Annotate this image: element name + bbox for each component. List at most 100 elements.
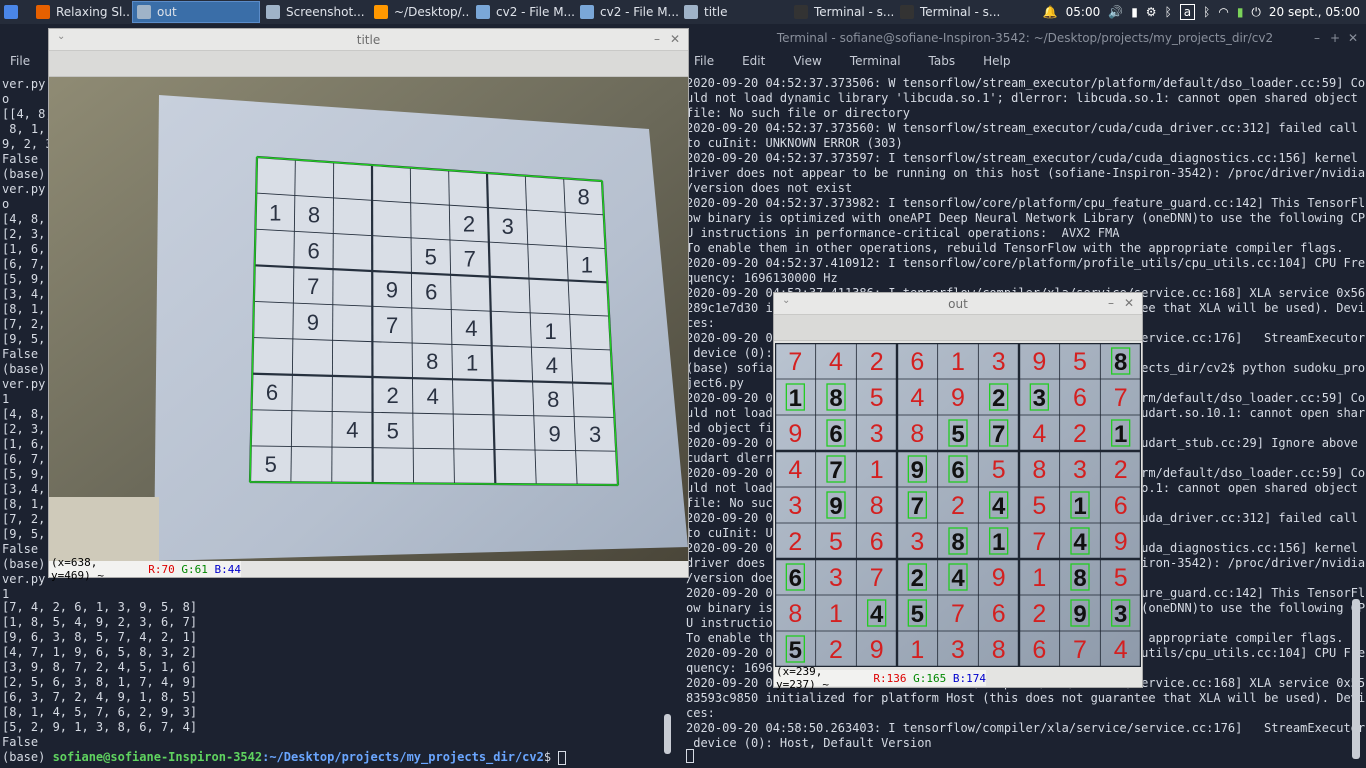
puzzle-digit: 9 <box>386 278 398 303</box>
solved-digit: 6 <box>992 600 1006 628</box>
wifi-icon[interactable]: ◠ <box>1218 5 1228 19</box>
taskbar-task-1[interactable]: Relaxing Sl... <box>32 1 130 23</box>
puzzle-digit: 6 <box>425 279 437 304</box>
given-digit: 3 <box>1114 601 1127 628</box>
menu-tabs[interactable]: Tabs <box>929 54 956 69</box>
puzzle-digit: 3 <box>589 422 601 447</box>
title-window-toolbar <box>49 51 688 77</box>
solved-digit: 9 <box>951 384 965 412</box>
minimize-icon[interactable]: – <box>650 32 664 46</box>
given-digit: 4 <box>951 565 965 592</box>
given-digit: 1 <box>992 529 1005 556</box>
solved-digit: 8 <box>992 636 1006 664</box>
close-icon[interactable]: ✕ <box>1122 296 1136 310</box>
clock-date[interactable]: 20 sept., 05:00 <box>1269 5 1360 19</box>
puzzle-digit: 3 <box>502 214 514 239</box>
notification-bell-icon[interactable]: 🔔 <box>1043 5 1058 19</box>
puzzle-digit: 1 <box>544 319 556 344</box>
minimize-icon[interactable]: – <box>1310 31 1324 45</box>
taskbar-task-label: cv2 - File M... <box>496 5 574 19</box>
battery-icon[interactable]: ▮ <box>1131 5 1138 19</box>
terminal-icon <box>794 5 808 19</box>
keyboard-layout-icon[interactable]: a <box>1179 4 1196 20</box>
out-window[interactable]: ⌄ out – ✕ 742613958185492367963857421471… <box>773 292 1143 691</box>
given-digit: 3 <box>1033 385 1046 412</box>
title-window[interactable]: ⌄ title – ✕ 8 1 8 2 3 6 5 7 1 7 9 6 9 7 4 1 8 1 4 6 2 4 8 4 5 9 3 5… <box>48 28 689 582</box>
given-digit: 1 <box>789 385 802 412</box>
taskbar-task-7[interactable]: title <box>680 1 788 23</box>
solved-digit: 1 <box>870 456 884 484</box>
solved-digit: 6 <box>910 348 924 376</box>
settings-icon[interactable]: ⚙ <box>1146 5 1157 19</box>
sublime-icon <box>374 5 388 19</box>
title-window-titlebar[interactable]: ⌄ title – ✕ <box>49 29 688 51</box>
sudoku-paper <box>250 157 618 485</box>
right-terminal-menubar: File Edit View Terminal Tabs Help <box>694 54 1038 69</box>
clock-time[interactable]: 05:00 <box>1066 5 1101 19</box>
prompt-user: sofiane@sofiane-Inspiron-3542 <box>52 750 263 764</box>
volume-icon[interactable]: 🔊 <box>1108 5 1123 19</box>
prompt-path: :~/Desktop/projects/my_projects_dir/cv2 <box>262 750 544 764</box>
solved-digit: 7 <box>951 600 965 628</box>
bluetooth-icon[interactable]: ᛒ <box>1165 5 1172 19</box>
menu-view[interactable]: View <box>793 54 821 69</box>
solved-digit: 5 <box>829 528 843 556</box>
close-icon[interactable]: ✕ <box>668 32 682 46</box>
given-digit: 9 <box>911 457 924 484</box>
solved-digit: 4 <box>829 348 843 376</box>
window-menu-icon[interactable]: ⌄ <box>782 295 790 306</box>
menu-file[interactable]: File <box>694 54 714 69</box>
puzzle-digit: 8 <box>308 203 320 228</box>
out-window-titlebar[interactable]: ⌄ out – ✕ <box>774 293 1142 315</box>
given-digit: 9 <box>1073 601 1086 628</box>
solved-digit: 3 <box>951 636 965 664</box>
close-icon[interactable]: ✕ <box>1346 31 1360 45</box>
bluetooth-icon-2[interactable]: ᛒ <box>1203 5 1210 19</box>
given-digit: 8 <box>1114 349 1127 376</box>
solved-digit: 7 <box>788 348 802 376</box>
puzzle-digit: 4 <box>346 418 358 443</box>
window-menu-icon[interactable]: ⌄ <box>57 31 65 42</box>
power-icon[interactable]: ⏻ <box>1251 5 1261 20</box>
taskbar-task-label: cv2 - File M... <box>600 5 678 19</box>
battery-status-icon[interactable]: ▮ <box>1237 5 1244 19</box>
puzzle-digit: 2 <box>386 383 398 408</box>
maximize-icon[interactable]: + <box>1328 31 1342 45</box>
menu-file[interactable]: File <box>10 54 30 69</box>
pixel-green: G:61 <box>181 562 208 576</box>
solved-digit: 4 <box>1032 420 1046 448</box>
solved-digit: 3 <box>829 564 843 592</box>
minimize-icon[interactable]: – <box>1104 296 1118 310</box>
solved-digit: 4 <box>1114 636 1128 664</box>
solved-digit: 9 <box>1032 348 1046 376</box>
taskbar-task-0[interactable] <box>0 1 30 23</box>
window-icon <box>266 5 280 19</box>
menu-terminal[interactable]: Terminal <box>850 54 901 69</box>
taskbar-task-9[interactable]: Terminal - s... <box>896 1 1000 23</box>
taskbar-task-6[interactable]: cv2 - File M... <box>576 1 678 23</box>
taskbar-task-4[interactable]: ~/Desktop/... <box>370 1 470 23</box>
out-window-toolbar <box>774 315 1142 341</box>
taskbar-task-2[interactable]: out <box>132 1 260 23</box>
taskbar-task-8[interactable]: Terminal - s... <box>790 1 894 23</box>
taskbar-task-3[interactable]: Screenshot... <box>262 1 368 23</box>
menu-help[interactable]: Help <box>983 54 1010 69</box>
left-terminal-output-bottom: [7, 4, 2, 6, 1, 3, 9, 5, 8] [1, 8, 5, 4,… <box>2 600 198 749</box>
given-digit: 8 <box>951 529 964 556</box>
taskbar: Relaxing Sl... out Screenshot... ~/Desktop/… <box>0 0 1366 24</box>
left-terminal-prompt[interactable]: (base) sofiane@sofiane-Inspiron-3542:~/D… <box>2 750 567 765</box>
solved-digit: 1 <box>951 348 965 376</box>
right-terminal-titlebar[interactable]: Terminal - sofiane@sofiane-Inspiron-3542… <box>684 28 1366 48</box>
camera-image[interactable]: 8 1 8 2 3 6 5 7 1 7 9 6 9 7 4 1 8 1 4 6 2 4 8 4 5 9 3 5 <box>49 77 688 561</box>
terminal-cursor <box>558 750 567 765</box>
right-terminal-scrollbar[interactable] <box>1352 599 1360 759</box>
menu-edit[interactable]: Edit <box>742 54 765 69</box>
solved-sudoku-image[interactable]: 7 4 2 6 1 3 9 5 81 8 5 4 9 2 3 6 79 6 3 8 5 7 4 2 14 7 1 9 6 5 8 3 23 9 8 7… <box>775 343 1141 667</box>
taskbar-task-5[interactable]: cv2 - File M... <box>472 1 574 23</box>
prompt-prefix: (base) <box>2 750 53 764</box>
app-menu-icon <box>4 5 18 19</box>
left-terminal-scrollbar[interactable] <box>664 714 671 754</box>
solved-digit: 7 <box>1114 384 1128 412</box>
solved-digit: 8 <box>788 600 802 628</box>
grid-line-v <box>370 164 374 484</box>
